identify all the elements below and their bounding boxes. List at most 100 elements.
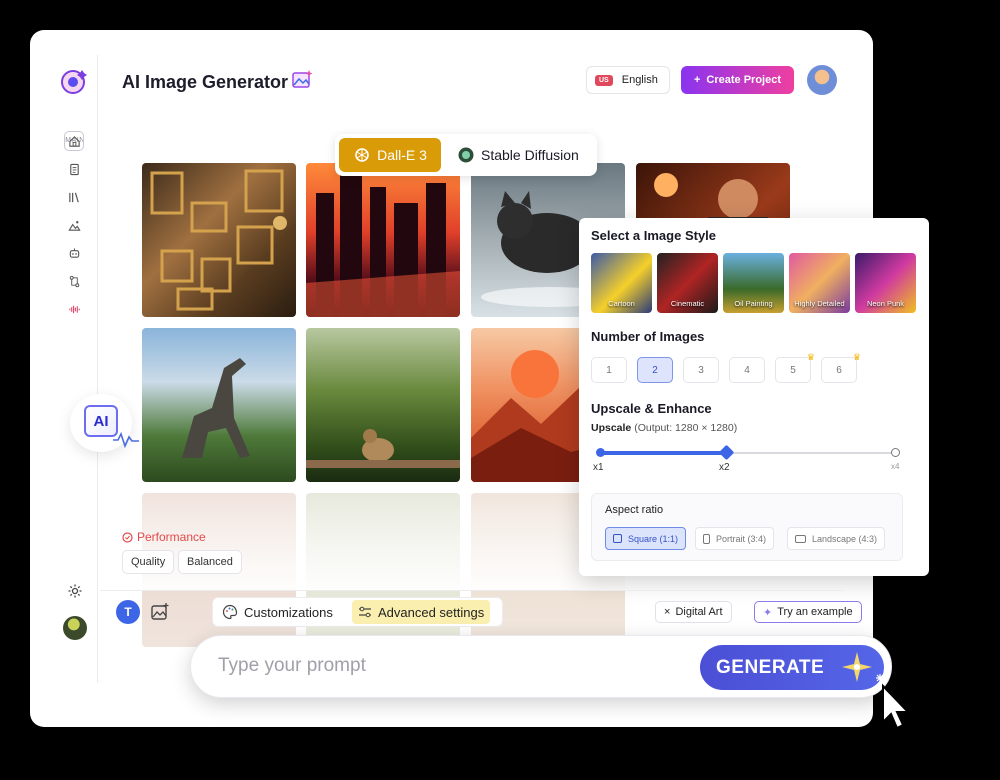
audio-wave-icon <box>68 305 80 313</box>
count-option-5[interactable]: 5 ♛ <box>775 352 815 383</box>
style-heading: Select a Image Style <box>591 228 717 243</box>
gallery-image-city[interactable] <box>306 163 460 317</box>
language-selector[interactable]: US English <box>586 66 670 94</box>
upscale-stop-x4[interactable] <box>891 448 900 457</box>
sidebar-item-audio[interactable] <box>64 299 84 319</box>
performance-icon <box>122 531 133 543</box>
performance-option-balanced[interactable]: Balanced <box>178 550 242 574</box>
count-option-6[interactable]: 6 ♛ <box>821 352 861 383</box>
upscale-slider-fill <box>600 451 726 455</box>
flow-icon <box>69 275 79 287</box>
user-avatar[interactable] <box>807 65 837 95</box>
crown-icon: ♛ <box>806 352 815 362</box>
prompt-input[interactable] <box>218 648 678 684</box>
performance-text: Performance <box>137 530 206 544</box>
stable-diffusion-icon <box>458 147 474 163</box>
try-example-button[interactable]: ✦ Try an example <box>754 601 862 623</box>
style-label: Neon Punk <box>866 299 905 308</box>
style-option-oil-painting[interactable]: Oil Painting <box>723 253 784 313</box>
square-shape-icon <box>613 534 622 543</box>
sparkle-icon: ✦ <box>763 606 773 619</box>
customizations-label: Customizations <box>244 604 333 620</box>
count-value: 6 <box>836 364 842 376</box>
gallery-image-frames[interactable] <box>142 163 296 317</box>
robot-icon <box>69 247 79 258</box>
plus-icon: + <box>693 74 701 86</box>
aspect-label: Landscape (4:3) <box>812 533 878 544</box>
count-option-1[interactable]: 1 <box>591 357 627 383</box>
app-logo-icon[interactable] <box>60 69 88 97</box>
style-label: Cartoon <box>608 299 635 308</box>
page-title: AI Image Generator <box>122 72 289 92</box>
gallery-title-icon <box>292 70 313 88</box>
tab-dalle-3-label: Dall-E 3 <box>377 147 427 163</box>
mouse-cursor-icon <box>876 674 911 730</box>
performance-option-quality[interactable]: Quality <box>122 550 175 574</box>
upscale-stop-x1[interactable] <box>596 448 605 457</box>
model-selector: Dall-E 3 Stable Diffusion <box>335 134 597 176</box>
aspect-label: Square (1:1) <box>628 533 679 544</box>
library-icon <box>68 192 79 202</box>
style-option-neon-punk[interactable]: Neon Punk <box>855 253 916 313</box>
style-chip-digital-art[interactable]: × Digital Art <box>655 601 732 623</box>
gallery-image-bird[interactable] <box>306 328 460 482</box>
palette-icon <box>222 604 238 620</box>
style-option-cinematic[interactable]: Cinematic <box>657 253 718 313</box>
language-label: English <box>621 74 658 86</box>
sidebar-item-workflows[interactable] <box>64 271 84 291</box>
sidebar-item-documents[interactable] <box>64 159 84 179</box>
home-icon <box>68 135 80 147</box>
user-avatar-sidebar[interactable] <box>63 616 87 640</box>
style-option-highly-detailed[interactable]: Highly Detailed <box>789 253 850 313</box>
aspect-option-portrait[interactable]: Portrait (3:4) <box>695 527 775 550</box>
upscale-output: (Output: 1280 × 1280) <box>634 422 738 434</box>
style-label: Oil Painting <box>734 299 773 308</box>
aspect-heading: Aspect ratio <box>605 504 664 516</box>
try-example-label: Try an example <box>777 606 853 618</box>
upscale-mark-x4: x4 <box>891 462 900 471</box>
upscale-mark-x2: x2 <box>719 462 730 473</box>
sidebar-item-assistant[interactable] <box>64 243 84 263</box>
create-project-button[interactable]: + Create Project <box>681 66 794 94</box>
openai-icon <box>355 148 369 162</box>
aspect-option-landscape[interactable]: Landscape (4:3) <box>787 527 886 550</box>
close-icon[interactable]: × <box>664 606 670 618</box>
gallery-image-dinosaur[interactable] <box>142 328 296 482</box>
count-option-4[interactable]: 4 <box>729 357 765 383</box>
style-chip-label: Digital Art <box>675 606 723 618</box>
tab-dalle-3[interactable]: Dall-E 3 <box>339 138 441 172</box>
advanced-settings-label: Advanced settings <box>378 604 485 620</box>
tab-stable-diffusion-label: Stable Diffusion <box>481 147 579 163</box>
generate-label: GENERATE <box>716 656 825 678</box>
count-option-3[interactable]: 3 <box>683 357 719 383</box>
count-value: 5 <box>790 364 796 376</box>
tab-stable-diffusion[interactable]: Stable Diffusion <box>447 138 589 172</box>
image-icon <box>67 220 81 231</box>
image-upload-icon[interactable] <box>150 602 170 622</box>
style-label: Highly Detailed <box>794 299 845 308</box>
upscale-heading: Upscale & Enhance <box>591 401 712 416</box>
advanced-settings-button[interactable]: Advanced settings <box>352 600 491 624</box>
landscape-shape-icon <box>795 534 806 543</box>
count-option-2[interactable]: 2 <box>637 357 673 383</box>
settings-gear-icon[interactable] <box>67 583 83 599</box>
create-project-label: Create Project <box>706 74 782 86</box>
generate-sparkle-icon <box>842 652 872 682</box>
customizations-button[interactable]: Customizations <box>216 600 339 624</box>
style-label: Cinematic <box>670 299 705 308</box>
ai-wave-icon <box>113 431 139 448</box>
sidebar-item-home[interactable] <box>64 131 84 151</box>
upscale-label: Upscale <box>591 422 632 434</box>
sidebar-item-library[interactable] <box>64 187 84 207</box>
document-icon <box>69 163 79 175</box>
crown-icon: ♛ <box>852 352 861 362</box>
count-heading: Number of Images <box>591 329 705 344</box>
style-option-cartoon[interactable]: Cartoon <box>591 253 652 313</box>
upscale-mark-x1: x1 <box>593 462 604 473</box>
text-mode-button[interactable]: T <box>116 600 140 624</box>
portrait-shape-icon <box>703 533 710 544</box>
us-flag-icon: US <box>595 74 613 86</box>
sliders-icon <box>359 606 371 618</box>
aspect-option-square[interactable]: Square (1:1) <box>605 527 687 550</box>
sidebar-item-images[interactable] <box>64 215 84 235</box>
